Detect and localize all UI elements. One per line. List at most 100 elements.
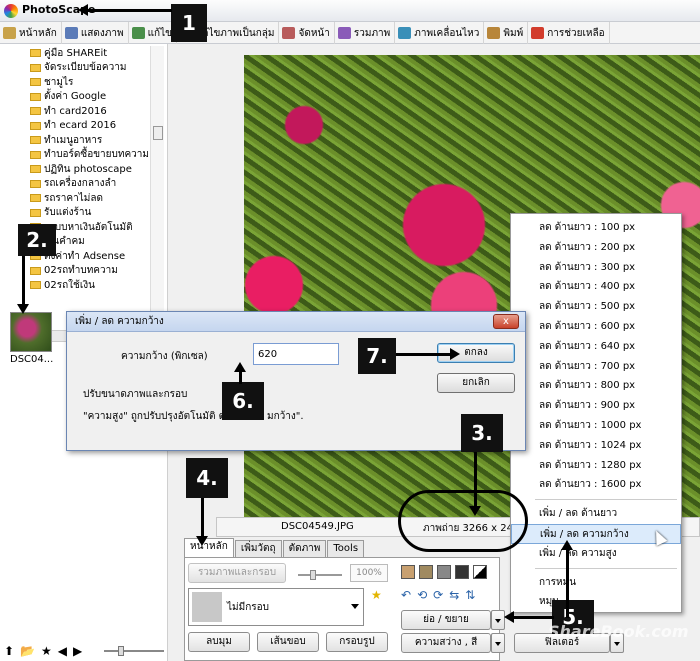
arrow-5-up-head xyxy=(561,540,573,550)
menu-item-rotate[interactable]: การหมุน xyxy=(511,573,681,593)
menu-item-resize-preset[interactable]: ลด ด้านยาว : 400 px xyxy=(511,277,681,297)
scroll-thumb[interactable] xyxy=(153,126,163,140)
menu-item-label: ภาพเคลื่อนไหว xyxy=(414,27,480,39)
color-swatches xyxy=(401,565,487,579)
favorite-frame-icon[interactable]: ★ xyxy=(371,588,382,602)
tab-home[interactable]: หน้าหลัก xyxy=(184,538,234,557)
menu-item-resize-preset[interactable]: ลด ด้านยาว : 300 px xyxy=(511,258,681,278)
folder-icon xyxy=(30,165,41,174)
tree-item[interactable]: ปฏิทิน photoscape xyxy=(16,162,150,177)
tree-item[interactable]: รับแต่งร้าน xyxy=(16,206,150,221)
menu-item-resize-preset[interactable]: ลด ด้านยาว : 1000 px xyxy=(511,416,681,436)
close-button[interactable]: x xyxy=(493,314,519,329)
menu-item-8[interactable]: การช่วยเหลือ xyxy=(528,22,610,44)
tree-item[interactable]: จัดระเบียบข้อความ xyxy=(16,61,150,76)
menu-item-resize-preset[interactable]: ลด ด้านยาว : 1600 px xyxy=(511,475,681,495)
swatch-warm[interactable] xyxy=(401,565,415,579)
menu-item-resize-preset[interactable]: ลด ด้านยาว : 640 px xyxy=(511,337,681,357)
folder-icon xyxy=(30,179,41,188)
tree-item[interactable]: ทำบอร์ดซื้อขายบทความ xyxy=(16,148,150,163)
menu-item-resize-preset[interactable]: ลด ด้านยาว : 1024 px xyxy=(511,436,681,456)
menu-item-resize-preset[interactable]: ลด ด้านยาว : 700 px xyxy=(511,357,681,377)
tree-item[interactable]: คู่มือ SHAREit xyxy=(16,46,150,61)
menu-item-1[interactable]: แสดงภาพ xyxy=(62,22,129,44)
favorites-icon[interactable]: ★ xyxy=(41,644,52,658)
resize-dropdown-caret[interactable] xyxy=(491,610,505,630)
slider-knob[interactable] xyxy=(118,646,124,656)
menu-item-2[interactable]: แก้ไข xyxy=(129,22,177,44)
tab-tools[interactable]: Tools xyxy=(327,540,365,557)
cancel-button[interactable]: ยกเลิก xyxy=(437,373,515,393)
tab-add-object[interactable]: เพิ่มวัตถุ xyxy=(234,540,282,557)
resize-button[interactable]: ย่อ / ขยาย xyxy=(401,610,491,630)
mini-slider-knob[interactable] xyxy=(310,570,316,580)
thumbnail-size-slider[interactable] xyxy=(104,646,164,656)
tree-item[interactable]: ทำ card2016 xyxy=(16,104,150,119)
brightness-dropdown-caret[interactable] xyxy=(491,633,505,653)
border-button[interactable]: เส้นขอบ xyxy=(257,632,319,652)
frame-opacity-slider[interactable] xyxy=(298,570,342,580)
menu-item-7[interactable]: พิมพ์ xyxy=(484,22,529,44)
tree-item[interactable]: รถราคาไม่ลด xyxy=(16,191,150,206)
folder-tree[interactable]: คู่มือ SHAREit จัดระเบียบข้อความ ชามูไร ตั้… xyxy=(16,46,150,329)
frame-dropdown[interactable]: ไม่มีกรอบ xyxy=(188,588,364,626)
tree-item[interactable]: ทำเมนูอาหาร xyxy=(16,133,150,148)
menu-item-label: รวมภาพ xyxy=(353,27,391,39)
tab-crop[interactable]: ตัดภาพ xyxy=(282,540,327,557)
menu-item-resize-option[interactable]: เพิ่ม / ลด ความสูง xyxy=(511,544,681,564)
menu-item-resize-preset[interactable]: ลด ด้านยาว : 800 px xyxy=(511,376,681,396)
tree-item[interactable]: 02รถใช้เงิน xyxy=(16,278,150,293)
swatch-invert[interactable] xyxy=(473,565,487,579)
tree-item[interactable]: ทำ ecard 2016 xyxy=(16,119,150,134)
menu-item-resize-preset[interactable]: ลด ด้านยาว : 900 px xyxy=(511,396,681,416)
tree-item[interactable]: ชามูไร xyxy=(16,75,150,90)
tree-item-label: ตั้งค่า Google xyxy=(44,91,107,103)
menu-item-6[interactable]: ภาพเคลื่อนไหว xyxy=(395,22,485,44)
menu-item-resize-preset[interactable]: ลด ด้านยาว : 500 px xyxy=(511,297,681,317)
brightness-color-button[interactable]: ความสว่าง , สี xyxy=(401,633,491,653)
menu-item-resize-preset[interactable]: ลด ด้านยาว : 600 px xyxy=(511,317,681,337)
editor-tabs: หน้าหลัก เพิ่มวัตถุ ตัดภาพ Tools xyxy=(184,538,365,557)
undo-rotate-icon[interactable]: ↶ xyxy=(401,588,411,602)
flip-vertical-icon[interactable]: ⇅ xyxy=(465,588,475,602)
menu-item-rotate[interactable]: หมุน xyxy=(511,592,681,612)
menu-item-4[interactable]: จัดหน้า xyxy=(279,22,335,44)
frame-shape-button[interactable]: กรอบรูป xyxy=(326,632,388,652)
menu-item-0[interactable]: หน้าหลัก xyxy=(0,22,62,44)
swatch-dark[interactable] xyxy=(455,565,469,579)
tree-item[interactable]: ตั้งค่า Google xyxy=(16,90,150,105)
folder-up-icon[interactable]: ⬆ xyxy=(4,644,14,658)
menu-item-resize-preset[interactable]: ลด ด้านยาว : 100 px xyxy=(511,218,681,238)
flip-horizontal-icon[interactable]: ⇆ xyxy=(449,588,459,602)
swatch-gray[interactable] xyxy=(437,565,451,579)
rotate-left-icon[interactable]: ⟲ xyxy=(417,588,427,602)
menu-item-icon xyxy=(131,27,145,39)
forward-icon[interactable]: ▶ xyxy=(73,644,82,658)
menu-item-resize-preset[interactable]: ลด ด้านยาว : 1280 px xyxy=(511,456,681,476)
folder-tree-scrollbar[interactable] xyxy=(150,46,164,329)
menu-item-icon xyxy=(487,27,501,39)
photoscape-logo-icon xyxy=(4,4,18,18)
percent-field[interactable]: 100% xyxy=(350,564,388,582)
merge-frame-button[interactable]: รวมภาพและกรอบ xyxy=(188,563,286,583)
tree-item[interactable]: รถเครื่องกลางลำ xyxy=(16,177,150,192)
arrow-6-head xyxy=(234,362,246,372)
tree-item-label: จัดระเบียบข้อความ xyxy=(44,62,127,74)
swatch-sepia[interactable] xyxy=(419,565,433,579)
rotate-right-icon[interactable]: ⟳ xyxy=(433,588,443,602)
menu-item-5[interactable]: รวมภาพ xyxy=(335,22,396,44)
tree-item-label: ระบบหาเงินอัตโนมัติ xyxy=(44,221,133,233)
menu-item-resize-option[interactable]: เพิ่ม / ลด ด้านยาว xyxy=(511,504,681,524)
photo-thumbnail[interactable] xyxy=(10,312,52,352)
back-icon[interactable]: ◀ xyxy=(58,644,67,658)
resize-context-menu: ลด ด้านยาว : 100 px ลด ด้านยาว : 200 px ลด… xyxy=(510,213,682,613)
image-filename: DSC04549.JPG xyxy=(281,521,354,532)
folder-open-icon[interactable]: 📂 xyxy=(20,644,35,658)
folder-icon xyxy=(30,63,41,72)
dialog-text-line2: "ความสูง" ถูกปรับปรุงอัตโนมัติ ต xyxy=(83,411,226,422)
width-input[interactable] xyxy=(253,343,339,365)
menu-item-label: การช่วยเหลือ xyxy=(547,27,605,39)
menu-item-resize-preset[interactable]: ลด ด้านยาว : 200 px xyxy=(511,238,681,258)
tree-item[interactable]: 02รถทำบทความ xyxy=(16,264,150,279)
round-corner-button[interactable]: ลบมุม xyxy=(188,632,250,652)
